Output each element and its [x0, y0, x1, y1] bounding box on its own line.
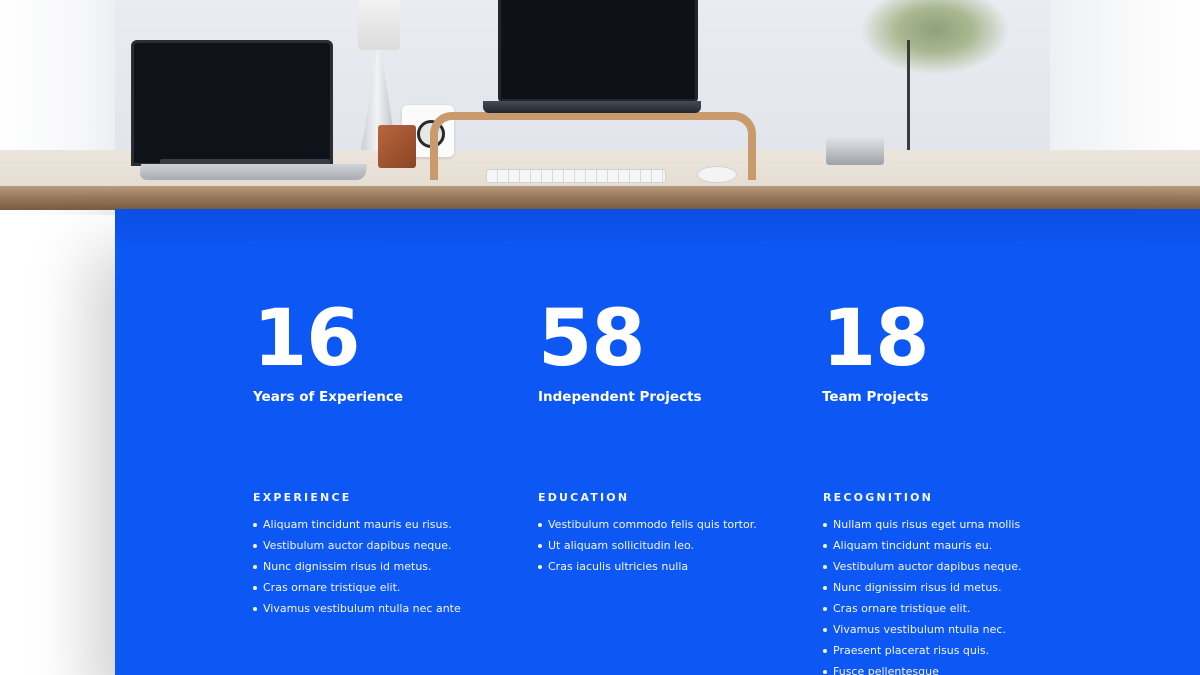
list-item: Vivamus vestibulum ntulla nec ante	[253, 598, 461, 619]
laptop-icon	[498, 0, 698, 102]
stat-team-projects: 18 Team Projects	[822, 294, 930, 405]
laptop-base	[483, 101, 701, 113]
panel-shading	[115, 209, 1200, 249]
stat-label: Years of Experience	[253, 389, 404, 405]
coaster-holder	[826, 137, 884, 165]
list-item: Vestibulum auctor dapibus neque.	[823, 556, 1021, 577]
list-item: Cras ornare tristique elit.	[253, 577, 461, 598]
list-item: Cras iaculis ultricies nulla	[538, 556, 757, 577]
list-item: Praesent placerat risus quis.	[823, 640, 1021, 661]
list-item: Vivamus vestibulum ntulla nec.	[823, 619, 1021, 640]
laptop-icon	[131, 40, 333, 166]
stat-experience: 16 Years of Experience	[253, 295, 403, 405]
list-item: Vestibulum auctor dapibus neque.	[253, 535, 461, 556]
section-heading: EXPERIENCE	[253, 491, 352, 504]
stat-number: 16	[253, 294, 361, 384]
wood-block	[378, 125, 416, 168]
education-section: EDUCATION Vestibulum commodo felis quis …	[538, 491, 757, 577]
stat-number: 18	[822, 294, 930, 384]
experience-section: EXPERIENCE Aliquam tincidunt mauris eu r…	[253, 491, 461, 619]
recognition-list: Nullam quis risus eget urna mollis Aliqu…	[823, 514, 1021, 675]
list-item: Nunc dignissim risus id metus.	[253, 556, 461, 577]
desk-edge	[0, 186, 1200, 210]
list-item: Ut aliquam sollicitudin leo.	[538, 535, 757, 556]
keyboard-icon	[486, 169, 666, 183]
plant-icon	[860, 0, 1010, 75]
list-item: Aliquam tincidunt mauris eu.	[823, 535, 1021, 556]
hero-desk-image	[0, 0, 1200, 215]
recognition-section: RECOGNITION Nullam quis risus eget urna …	[823, 491, 1021, 675]
stat-independent-projects: 58 Independent Projects	[538, 295, 702, 405]
education-list: Vestibulum commodo felis quis tortor. Ut…	[538, 514, 757, 577]
stat-label: Team Projects	[822, 389, 929, 405]
list-item: Nunc dignissim risus id metus.	[823, 577, 1021, 598]
list-item: Cras ornare tristique elit.	[823, 598, 1021, 619]
list-item: Fusce pellentesque	[823, 661, 1021, 675]
list-item: Vestibulum commodo felis quis tortor.	[538, 514, 757, 535]
mouse-icon	[697, 166, 737, 183]
section-heading: RECOGNITION	[823, 491, 934, 504]
stats-panel: 16 Years of Experience 58 Independent Pr…	[115, 209, 1200, 675]
experience-list: Aliquam tincidunt mauris eu risus. Vesti…	[253, 514, 461, 619]
laptop-base	[138, 164, 368, 180]
stat-label: Independent Projects	[538, 389, 702, 405]
section-heading: EDUCATION	[538, 491, 630, 504]
plant-stem	[907, 40, 910, 160]
list-item: Nullam quis risus eget urna mollis	[823, 514, 1021, 535]
lamp-icon	[358, 0, 400, 50]
list-item: Aliquam tincidunt mauris eu risus.	[253, 514, 461, 535]
stat-number: 58	[538, 294, 646, 384]
